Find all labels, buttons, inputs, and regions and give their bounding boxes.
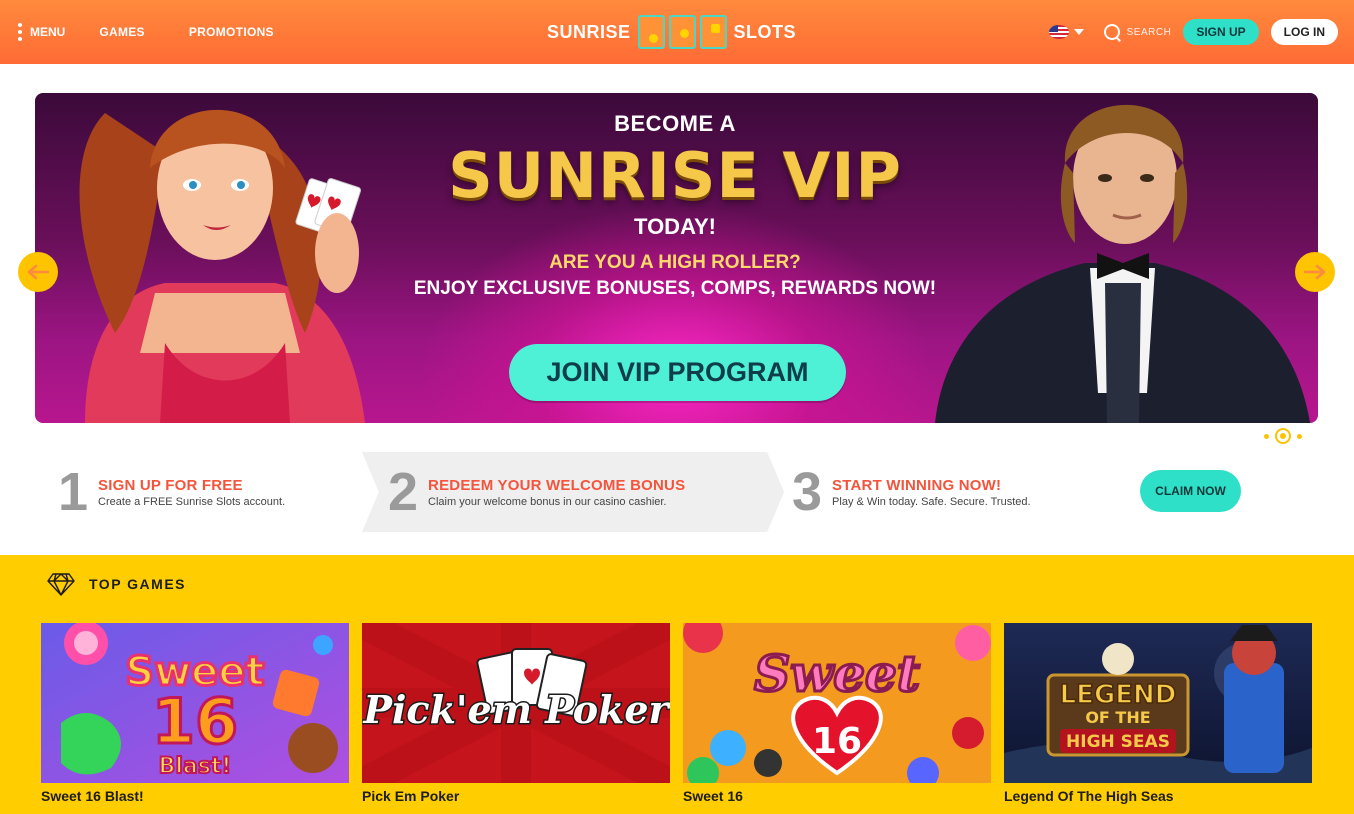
diamond-icon: [47, 573, 75, 596]
step-number: 3: [792, 462, 823, 522]
game-title: Pick Em Poker: [362, 788, 460, 804]
game-thumbnail: Sweet 16 Blast!: [41, 623, 349, 783]
hero-line-become: BECOME A: [614, 111, 736, 136]
step-title: SIGN UP FOR FREE: [98, 476, 243, 494]
chevron-down-icon: [1073, 29, 1084, 35]
game-title: Legend Of The High Seas: [1004, 788, 1174, 804]
us-flag-icon: [1048, 25, 1069, 39]
step-item: 1 SIGN UP FOR FREE Create a FREE Sunrise…: [58, 452, 285, 532]
carousel-dot-active[interactable]: [1275, 428, 1291, 444]
vip-hero-banner[interactable]: BECOME A SUNRISE VIP TODAY! ARE YOU A HI…: [35, 93, 1318, 423]
sign-up-button[interactable]: SIGN UP: [1183, 19, 1259, 45]
slot-reels-icon: [637, 15, 727, 49]
hero-line-high-roller: ARE YOU A HIGH ROLLER?: [549, 252, 801, 273]
logo-text-right: SLOTS: [733, 21, 797, 42]
menu-label: MENU: [30, 25, 66, 39]
account-nav: SEARCH SIGN UP LOG IN: [1048, 0, 1338, 64]
carousel-dot[interactable]: [1264, 433, 1269, 439]
top-games-header: TOP GAMES: [47, 572, 186, 596]
search-button[interactable]: SEARCH: [1103, 23, 1172, 41]
reel-icon: [699, 15, 727, 49]
language-selector[interactable]: [1048, 25, 1084, 39]
site-header: MENU GAMES PROMOTIONS SUNRISE SLOTS SEAR…: [0, 0, 1354, 64]
game-title: Sweet 16 Blast!: [41, 788, 144, 804]
step-description: Play & Win today. Safe. Secure. Trusted.: [832, 495, 1031, 508]
step-number: 1: [58, 462, 89, 522]
game-tile[interactable]: Sweet 16 Blast! Sweet 16 Blast!: [41, 623, 349, 804]
log-in-button[interactable]: LOG IN: [1270, 19, 1338, 45]
game-title: Sweet 16: [683, 788, 743, 804]
menu-button[interactable]: MENU: [18, 23, 65, 41]
arrow-right-icon: [1304, 264, 1326, 280]
top-games-title: TOP GAMES: [89, 576, 187, 592]
nav-promotions-link[interactable]: PROMOTIONS: [189, 25, 274, 39]
step-description: Create a FREE Sunrise Slots account.: [98, 495, 286, 508]
primary-nav: MENU GAMES PROMOTIONS: [18, 0, 274, 64]
game-art: LEGEND OF THE HIGH SEAS: [1004, 623, 1312, 783]
game-tile[interactable]: LEGEND OF THE HIGH SEAS Legend Of The Hi…: [1004, 623, 1312, 804]
hostess-illustration: [79, 109, 365, 423]
reel-icon: [668, 15, 696, 49]
game-art-subtitle-2: HIGH SEAS: [1066, 732, 1170, 752]
site-logo[interactable]: SUNRISE SLOTS: [547, 12, 796, 52]
step-item: 3 START WINNING NOW! Play & Win today. S…: [792, 452, 1031, 532]
claim-now-button[interactable]: CLAIM NOW: [1140, 470, 1241, 512]
reel-icon: [637, 15, 665, 49]
hero-line-enjoy: ENJOY EXCLUSIVE BONUSES, COMPS, REWARDS …: [413, 278, 937, 299]
game-art-subtitle: OF THE: [1085, 708, 1150, 727]
game-art-number: 16: [812, 721, 862, 762]
step-item: 2 REDEEM YOUR WELCOME BONUS Claim your w…: [388, 452, 685, 532]
step-title: REDEEM YOUR WELCOME BONUS: [428, 476, 686, 494]
game-art: Sweet 16 Blast!: [41, 623, 349, 783]
kebab-menu-icon: [18, 23, 22, 41]
carousel-prev-button[interactable]: [18, 252, 58, 292]
game-art-number: 16: [152, 685, 238, 758]
top-games-section: TOP GAMES Sweet 16 Blast! Sweet 16 Blast…: [0, 555, 1354, 814]
step-description: Claim your welcome bonus in our casino c…: [428, 495, 667, 508]
game-art-title: Pick'em Poker: [362, 687, 670, 732]
carousel-indicators: [1264, 428, 1302, 444]
game-thumbnail: LEGEND OF THE HIGH SEAS: [1004, 623, 1312, 783]
hero-line-today: TODAY!: [634, 214, 716, 239]
game-tile[interactable]: Pick'em Poker Pick Em Poker: [362, 623, 670, 804]
carousel-dot[interactable]: [1297, 433, 1302, 439]
game-tile[interactable]: Sweet 16 Sweet 16: [683, 623, 991, 804]
game-art-subtitle: Blast!: [159, 754, 232, 779]
step-number: 2: [388, 462, 419, 522]
logo-text-left: SUNRISE: [547, 21, 631, 42]
how-it-works-steps: 1 SIGN UP FOR FREE Create a FREE Sunrise…: [0, 452, 1354, 532]
game-art: Sweet 16: [683, 623, 991, 783]
nav-games-link[interactable]: GAMES: [99, 25, 145, 39]
hero-copy: BECOME A SUNRISE VIP TODAY! ARE YOU A HI…: [355, 111, 995, 300]
hero-title: SUNRISE VIP: [448, 139, 902, 212]
game-thumbnail: Sweet 16: [683, 623, 991, 783]
game-art-title: LEGEND: [1060, 680, 1177, 710]
arrow-left-icon: [27, 264, 49, 280]
game-art-title: Sweet: [754, 644, 920, 703]
game-art: Pick'em Poker: [362, 623, 670, 783]
search-icon: [1103, 23, 1121, 41]
search-label: SEARCH: [1126, 26, 1172, 38]
step-title: START WINNING NOW!: [832, 476, 1002, 494]
carousel-next-button[interactable]: [1295, 252, 1335, 292]
game-thumbnail: Pick'em Poker: [362, 623, 670, 783]
join-vip-program-button[interactable]: JOIN VIP PROGRAM: [509, 344, 846, 401]
